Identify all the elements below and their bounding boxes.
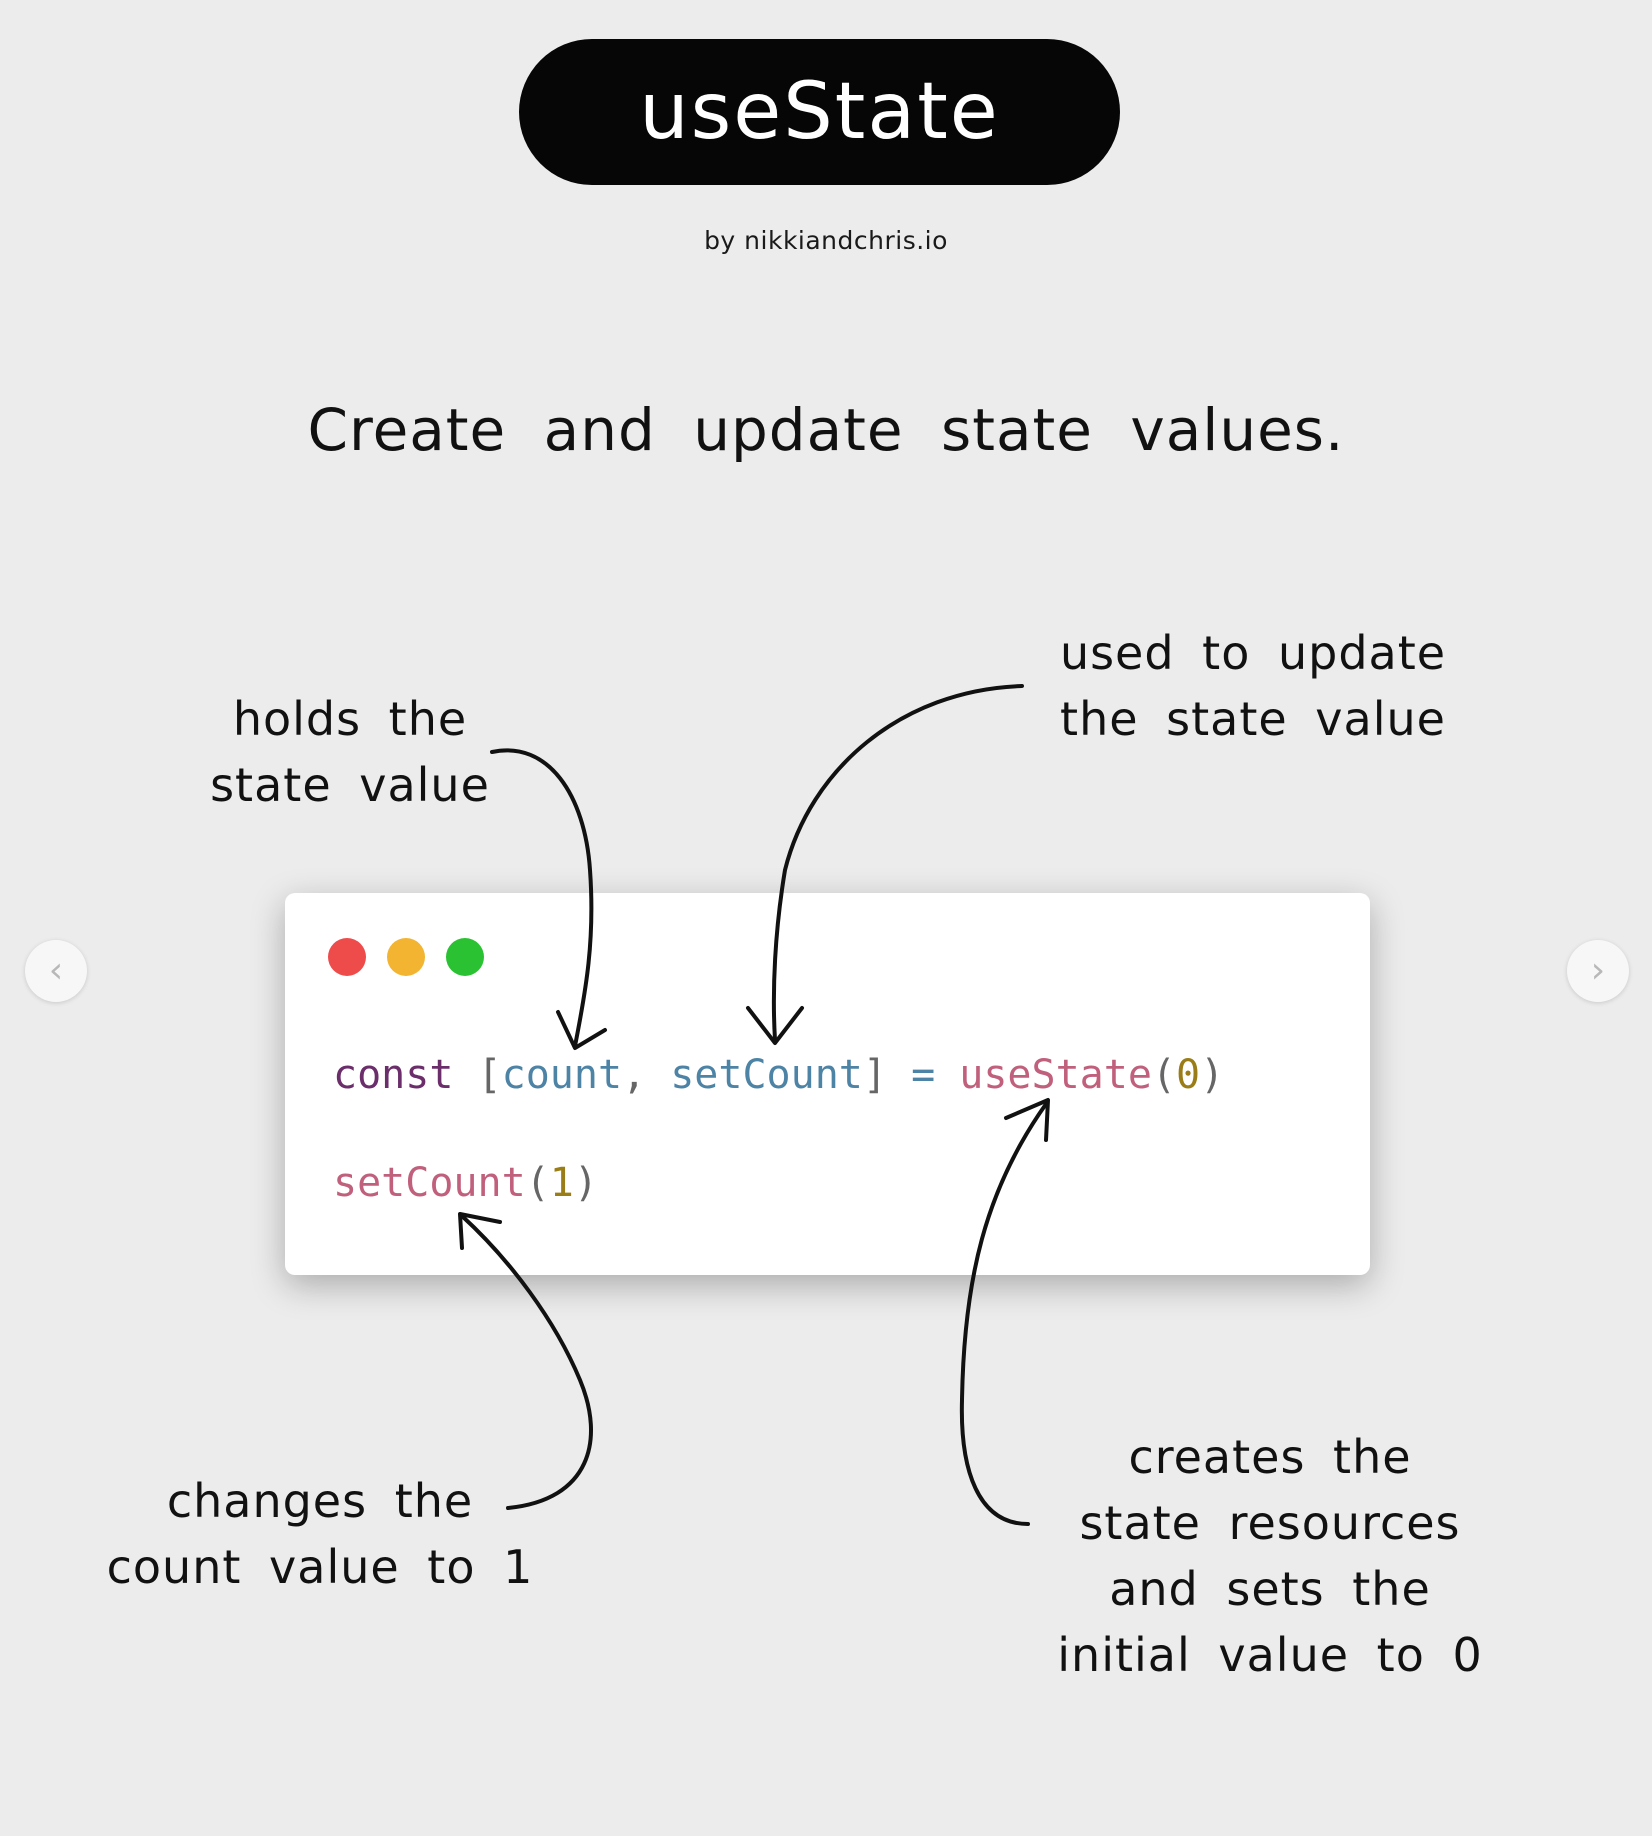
annotation-line: state value xyxy=(210,758,490,812)
code-func-usestate: useState xyxy=(959,1052,1152,1098)
code-func-setcount: setCount xyxy=(333,1160,526,1206)
annotation-line: and sets the xyxy=(1109,1562,1431,1616)
chevron-right-icon[interactable]: › xyxy=(1567,940,1629,1002)
page-title: useState xyxy=(639,67,1000,157)
window-close-dot xyxy=(328,938,366,976)
subtitle: Create and update state values. xyxy=(307,396,1345,464)
code-comma: , xyxy=(622,1052,647,1098)
code-line-setcount: setCount(1) xyxy=(333,1163,598,1203)
annotation-used-to-update: used to update the state value xyxy=(1018,620,1488,752)
code-open-paren: ( xyxy=(1151,1052,1176,1098)
annotation-line: initial value to 0 xyxy=(1057,1628,1483,1682)
annotation-line: count value to 1 xyxy=(106,1540,534,1594)
code-var-setcount: setCount xyxy=(670,1052,863,1098)
annotation-line: the state value xyxy=(1060,692,1446,746)
annotation-creates-state: creates the state resources and sets the… xyxy=(1020,1424,1520,1688)
code-close-paren: ) xyxy=(1200,1052,1225,1098)
code-open-bracket: [ xyxy=(477,1052,502,1098)
byline: by nikkiandchris.io xyxy=(704,226,948,255)
code-close-paren: ) xyxy=(573,1160,598,1206)
window-maximize-dot xyxy=(446,938,484,976)
annotation-holds-state-value: holds the state value xyxy=(170,686,530,818)
code-equals: = xyxy=(911,1052,936,1098)
annotation-changes-count: changes the count value to 1 xyxy=(70,1468,570,1600)
title-pill: useState xyxy=(519,39,1120,185)
annotation-line: creates the xyxy=(1128,1430,1412,1484)
code-window: const [count, setCount] = useState(0) se… xyxy=(285,893,1370,1275)
code-line-usestate: const [count, setCount] = useState(0) xyxy=(333,1055,1224,1095)
code-arg-one: 1 xyxy=(549,1160,574,1206)
annotation-line: changes the xyxy=(166,1474,474,1528)
annotation-line: state resources xyxy=(1079,1496,1461,1550)
code-arg-zero: 0 xyxy=(1176,1052,1201,1098)
annotation-line: holds the xyxy=(232,692,468,746)
code-keyword-const: const xyxy=(333,1052,454,1098)
window-minimize-dot xyxy=(387,938,425,976)
code-close-bracket: ] xyxy=(862,1052,887,1098)
code-open-paren: ( xyxy=(525,1160,550,1206)
code-var-count: count xyxy=(501,1052,623,1098)
annotation-line: used to update xyxy=(1059,626,1447,680)
chevron-left-icon[interactable]: ‹ xyxy=(25,940,87,1002)
